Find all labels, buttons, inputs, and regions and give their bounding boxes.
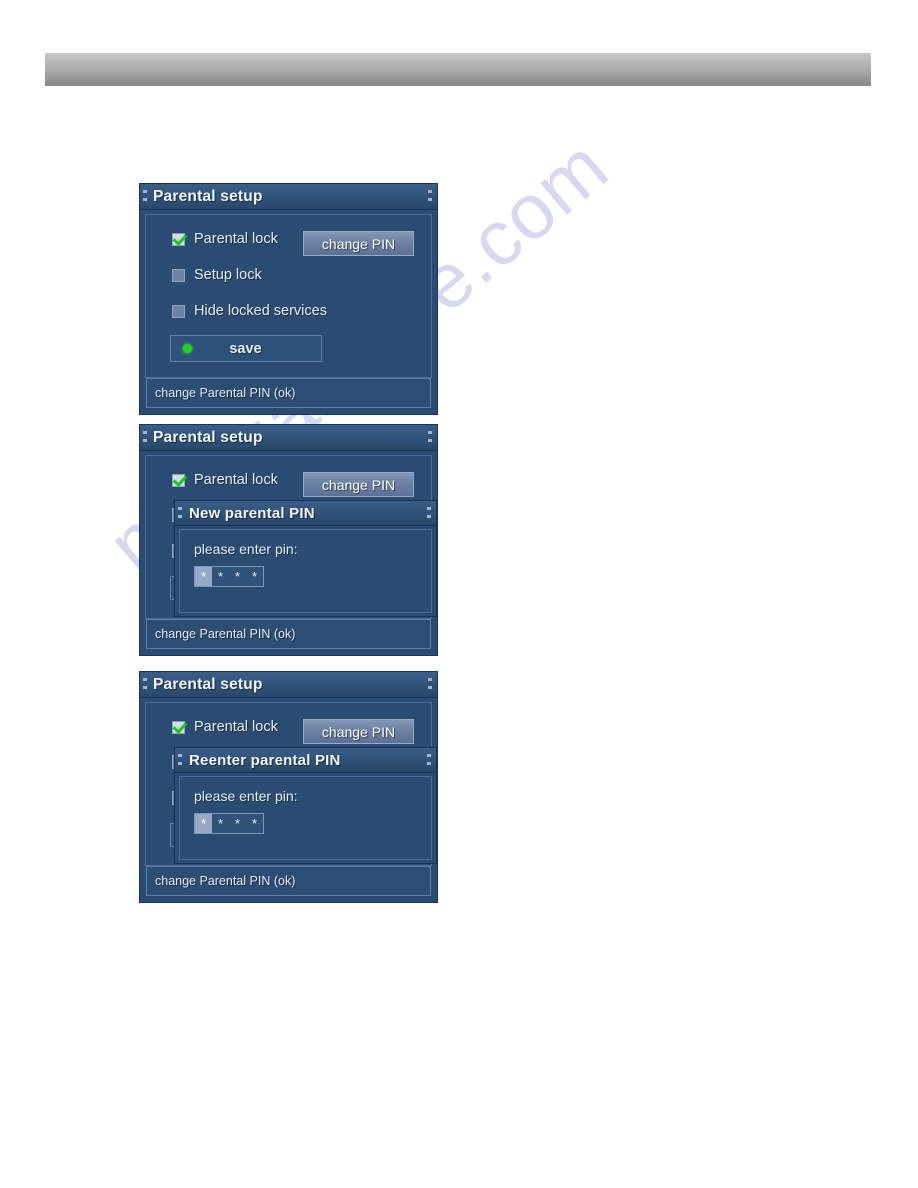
panel-title-bar: Parental setup [140, 672, 437, 698]
status-bar-text: change Parental PIN (ok) [155, 874, 296, 888]
panel-title-bar: Parental setup [140, 425, 437, 451]
title-tick-icon [428, 439, 432, 442]
checkbox-row-setup-lock[interactable]: Setup lock [146, 257, 431, 293]
pin-input[interactable]: * * * * [194, 813, 264, 834]
checkbox-label-setup-lock: Setup lock [194, 267, 262, 283]
document-header-bar [45, 53, 871, 86]
title-tick-icon [427, 754, 431, 757]
change-pin-button[interactable]: change PIN [303, 231, 414, 256]
title-tick-icon [178, 515, 182, 518]
subdialog-title: New parental PIN [189, 504, 315, 522]
checkbox-label-parental-lock: Parental lock [194, 231, 278, 247]
subdialog-body: please enter pin: * * * * [179, 776, 432, 860]
title-tick-icon [427, 507, 431, 510]
pin-cell[interactable]: * [246, 814, 263, 833]
pin-prompt-label: please enter pin: [194, 541, 298, 557]
checkbox-parental-lock[interactable] [172, 232, 185, 246]
checkbox-parental-lock[interactable] [172, 473, 185, 487]
checkbox-setup-lock[interactable] [172, 268, 185, 282]
checkbox-parental-lock[interactable] [172, 720, 185, 734]
status-bar: change Parental PIN (ok) [146, 866, 431, 896]
pin-cell[interactable]: * [246, 567, 263, 586]
checkbox-label-hide-locked-services: Hide locked services [194, 303, 327, 319]
panel-parental-setup-main: Parental setup Parental lock change PIN … [139, 183, 438, 415]
pin-prompt-label: please enter pin: [194, 788, 298, 804]
pin-cell[interactable]: * [212, 814, 229, 833]
subdialog-body: please enter pin: * * * * [179, 529, 432, 613]
pin-cell[interactable]: * [212, 567, 229, 586]
title-tick-icon [178, 754, 182, 757]
checkbox-label-parental-lock: Parental lock [194, 719, 278, 735]
pin-cell[interactable]: * [195, 814, 212, 833]
title-tick-icon [143, 198, 147, 201]
checkbox-label-parental-lock: Parental lock [194, 472, 278, 488]
pin-cell[interactable]: * [229, 814, 246, 833]
title-tick-icon [428, 678, 432, 681]
checkbox-hide-locked-services[interactable] [172, 304, 185, 318]
page-title: Parental setup [153, 675, 263, 693]
change-pin-button-label: change PIN [321, 723, 396, 740]
title-tick-icon [427, 762, 431, 765]
subdialog-new-parental-pin: New parental PIN please enter pin: * * *… [174, 500, 437, 617]
status-bar-text: change Parental PIN (ok) [155, 627, 296, 641]
page-title: Parental setup [153, 428, 263, 446]
panel-body: Parental lock change PIN Setup lock Hide… [145, 214, 432, 378]
title-tick-icon [143, 431, 147, 434]
title-tick-icon [178, 762, 182, 765]
title-tick-icon [428, 198, 432, 201]
title-tick-icon [143, 678, 147, 681]
change-pin-button[interactable]: change PIN [303, 472, 414, 497]
status-bar-text: change Parental PIN (ok) [155, 386, 296, 400]
change-pin-button[interactable]: change PIN [303, 719, 414, 744]
title-tick-icon [428, 686, 432, 689]
subdialog-title: Reenter parental PIN [189, 751, 341, 769]
checkbox-row-hide-locked-services[interactable]: Hide locked services [146, 293, 431, 329]
panel-parental-setup-reenter-pin: Parental setup Parental lock change PIN … [139, 671, 438, 903]
title-tick-icon [143, 439, 147, 442]
title-tick-icon [428, 431, 432, 434]
title-tick-icon [428, 190, 432, 193]
status-bar: change Parental PIN (ok) [146, 378, 431, 408]
panel-title-bar: Parental setup [140, 184, 437, 210]
panel-parental-setup-new-pin: Parental setup Parental lock change PIN … [139, 424, 438, 656]
title-tick-icon [143, 190, 147, 193]
title-tick-icon [143, 686, 147, 689]
green-dot-icon [183, 344, 192, 353]
pin-cell[interactable]: * [195, 567, 212, 586]
panel-body: Parental lock change PIN New parental PI… [145, 455, 437, 619]
save-button[interactable]: save [170, 335, 322, 362]
subdialog-reenter-parental-pin: Reenter parental PIN please enter pin: *… [174, 747, 437, 864]
subdialog-title-bar: Reenter parental PIN [175, 748, 436, 773]
panel-body: Parental lock change PIN Reenter parenta… [145, 702, 437, 866]
title-tick-icon [178, 507, 182, 510]
save-button-label: save [229, 340, 262, 357]
subdialog-title-bar: New parental PIN [175, 501, 436, 526]
change-pin-button-label: change PIN [321, 235, 396, 252]
title-tick-icon [427, 515, 431, 518]
page-title: Parental setup [153, 187, 263, 205]
change-pin-button-label: change PIN [321, 476, 396, 493]
pin-input[interactable]: * * * * [194, 566, 264, 587]
status-bar: change Parental PIN (ok) [146, 619, 431, 649]
pin-cell[interactable]: * [229, 567, 246, 586]
